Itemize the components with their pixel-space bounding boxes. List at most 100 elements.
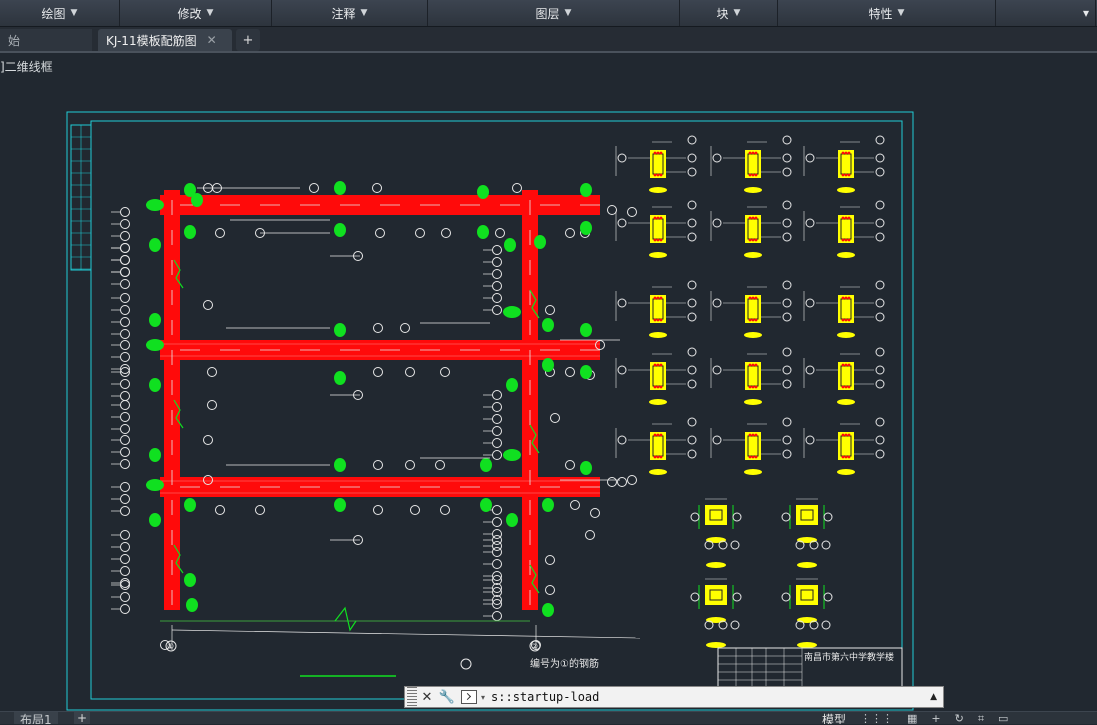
rebar-dot	[656, 216, 660, 220]
rebar-tag-circle	[875, 347, 885, 357]
rebar-dot	[847, 455, 851, 459]
rebar-tag-circle	[405, 460, 415, 470]
command-expand-icon[interactable]: ▲	[930, 692, 937, 702]
status-icon-5[interactable]: ▭	[998, 712, 1008, 724]
rebar-dot	[748, 363, 752, 367]
rebar-tag-circle	[687, 435, 697, 445]
new-tab-button[interactable]: +	[236, 29, 260, 51]
layout-tab[interactable]: 布局1	[14, 712, 58, 724]
ribbon-panel-label: 图层	[535, 6, 560, 21]
rebar-tag-circle	[120, 267, 130, 277]
tab-kj11-drawing[interactable]: KJ-11模板配筋图 ✕	[98, 29, 232, 51]
rebar-tag-circle	[875, 379, 885, 389]
tab-active-label: KJ-11模板配筋图	[106, 33, 197, 48]
rebar-dot	[754, 455, 758, 459]
rebar-dot	[656, 151, 660, 155]
drawing-canvas[interactable]: ① ②编号为①的钢筋南昌市第六中学教学楼	[0, 53, 1097, 711]
command-grip-handle[interactable]	[407, 687, 417, 707]
rebar-dot	[841, 385, 845, 389]
ribbon-overflow-icon[interactable]: ▾	[996, 0, 1096, 26]
rebar-dot	[847, 318, 851, 322]
command-input[interactable]: s::startup-load	[491, 690, 930, 704]
rebar-dot	[659, 296, 663, 300]
marker	[477, 185, 489, 199]
rebar-tag-circle	[712, 153, 722, 163]
rebar-tag-circle	[120, 243, 130, 253]
rebar-dot	[659, 385, 663, 389]
status-icon-3[interactable]: ↻	[955, 712, 964, 724]
ribbon-panel-4[interactable]: 块 ▼	[680, 0, 778, 26]
status-icon-4[interactable]: ⌗	[978, 712, 984, 724]
rebar-tag-circle	[492, 438, 502, 448]
rebar-dot	[844, 385, 848, 389]
command-settings-icon[interactable]: 🔧	[437, 687, 457, 707]
command-close-icon[interactable]: ✕	[417, 687, 437, 707]
rebar-tag-circle	[718, 540, 728, 550]
rebar-dot	[844, 318, 848, 322]
marker	[580, 323, 592, 337]
rebar-tag-circle	[255, 505, 265, 515]
rebar-tag-circle	[492, 559, 502, 569]
tab-start-label: 始	[8, 33, 21, 48]
marker	[149, 238, 161, 252]
rebar-tag-circle	[120, 255, 130, 265]
rebar-tag-circle	[120, 219, 130, 229]
rebar-dot	[748, 216, 752, 220]
close-tab-icon[interactable]: ✕	[207, 33, 217, 47]
rebar-tag-circle	[782, 153, 792, 163]
tab-start[interactable]: 始	[0, 29, 92, 51]
status-icon-2[interactable]: +	[931, 712, 940, 724]
marker	[503, 306, 521, 318]
rebar-tag-circle	[309, 183, 319, 193]
rebar-tag-circle	[492, 390, 502, 400]
section-label-pad	[797, 562, 817, 568]
section-fill	[705, 585, 727, 605]
rebar-tag-circle	[627, 207, 637, 217]
rebar-tag-circle	[435, 460, 445, 470]
rebar-tag-circle	[492, 293, 502, 303]
ribbon-panel-2[interactable]: 注释 ▼	[272, 0, 428, 26]
marker	[186, 598, 198, 612]
rebar-tag-circle	[120, 592, 130, 602]
rebar-tag-circle	[120, 580, 130, 590]
rebar-tag-circle	[781, 512, 791, 522]
model-space-toggle[interactable]: 模型	[822, 712, 846, 724]
rebar-tag-circle	[373, 505, 383, 515]
rebar-tag-circle	[440, 505, 450, 515]
ribbon-panel-5[interactable]: 特性 ▼	[778, 0, 996, 26]
section-label-pad	[797, 642, 817, 648]
rebar-dot	[656, 385, 660, 389]
rebar-tag-circle	[704, 540, 714, 550]
rebar-tag-circle	[704, 620, 714, 630]
rebar-dot	[659, 363, 663, 367]
rebar-tag-circle	[782, 298, 792, 308]
rebar-tag-circle	[492, 414, 502, 424]
command-prompt-icon[interactable]	[461, 690, 477, 704]
new-layout-button[interactable]: +	[74, 712, 90, 725]
command-history-dropdown-icon[interactable]: ▾	[481, 693, 485, 702]
rebar-dot	[754, 173, 758, 177]
rebar-tag-circle	[545, 305, 555, 315]
marker	[506, 513, 518, 527]
status-icon-1[interactable]: ▦	[907, 712, 917, 724]
marker	[184, 225, 196, 239]
section-fill	[705, 505, 727, 525]
rebar-dot	[844, 455, 848, 459]
rebar-tag-circle	[120, 506, 130, 516]
rebar-tag-circle	[492, 281, 502, 291]
rebar-dot	[751, 385, 755, 389]
rebar-dot	[656, 433, 660, 437]
rebar-tag-circle	[730, 620, 740, 630]
ribbon-panel-3[interactable]: 图层 ▼	[428, 0, 680, 26]
rebar-tag-circle	[492, 402, 502, 412]
ribbon-panel-1[interactable]: 修改 ▼	[120, 0, 272, 26]
ribbon-panel-0[interactable]: 绘图 ▼	[0, 0, 120, 26]
rebar-tag-circle	[565, 367, 575, 377]
status-icon-0[interactable]: ⋮⋮⋮	[860, 712, 893, 724]
section-label-pad	[837, 332, 855, 338]
marker	[334, 458, 346, 472]
rebar-tag-circle	[805, 298, 815, 308]
rebar-tag-circle	[875, 280, 885, 290]
rebar-dot	[844, 173, 848, 177]
section-label-pad	[837, 252, 855, 258]
